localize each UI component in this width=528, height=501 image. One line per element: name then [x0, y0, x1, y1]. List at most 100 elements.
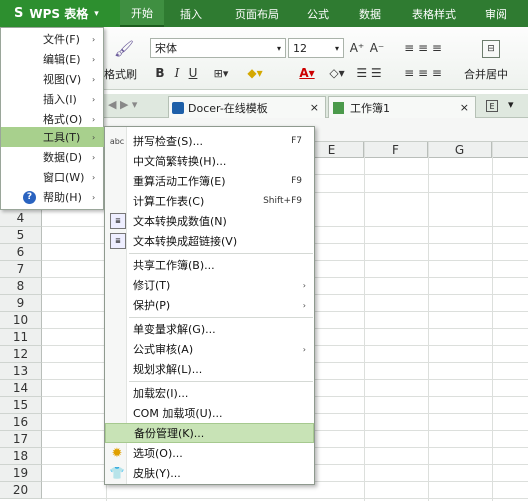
- new-tab-icon[interactable]: E: [486, 100, 498, 112]
- menu-item-recalc-book[interactable]: 重算活动工作簿(E) F9: [105, 171, 314, 191]
- chevron-down-icon: ▾: [334, 43, 339, 53]
- row-header[interactable]: 13: [0, 363, 42, 380]
- clear-format-icon[interactable]: ◇▾: [325, 64, 349, 82]
- align-horizontal-icons[interactable]: ≡ ≡ ≡: [398, 64, 448, 82]
- format-painter-button[interactable]: 格式刷: [104, 66, 137, 82]
- font-name-select[interactable]: 宋体 ▾: [150, 38, 286, 58]
- close-icon[interactable]: ×: [310, 101, 319, 114]
- row-header[interactable]: 7: [0, 261, 42, 278]
- merge-center-icon[interactable]: ⊟: [482, 40, 500, 58]
- font-size-select[interactable]: 12 ▾: [288, 38, 344, 58]
- chevron-down-icon: ▾: [94, 8, 99, 19]
- merge-center-button[interactable]: 合并居中: [464, 66, 508, 82]
- docer-icon: [172, 101, 184, 114]
- row-header[interactable]: 12: [0, 346, 42, 363]
- row-header[interactable]: 11: [0, 329, 42, 346]
- app-menu: 文件(F) › 编辑(E) › 视图(V) › 插入(I) › 格式(O) › …: [0, 27, 105, 210]
- doc-tab-docer[interactable]: Docer-在线模板 ×: [168, 96, 326, 118]
- menu-item-goal-seek[interactable]: 单变量求解(G)...: [105, 319, 314, 339]
- help-icon: ?: [23, 190, 36, 204]
- chevron-right-icon: ›: [92, 152, 96, 162]
- row-header[interactable]: 8: [0, 278, 42, 295]
- underline-button[interactable]: U: [186, 64, 200, 82]
- row-header[interactable]: 6: [0, 244, 42, 261]
- font-color-icon[interactable]: A▾: [294, 64, 320, 82]
- grow-font-button[interactable]: A⁺: [348, 38, 366, 58]
- tab-insert[interactable]: 插入: [168, 0, 214, 27]
- convert-link-icon: ≣: [110, 233, 126, 249]
- column-header-h[interactable]: [492, 142, 528, 158]
- menu-help[interactable]: ? 帮助(H) ›: [1, 187, 105, 207]
- row-header[interactable]: 20: [0, 482, 42, 499]
- menu-item-formula-audit[interactable]: 公式审核(A) ›: [105, 339, 314, 359]
- menu-item-share-book[interactable]: 共享工作簿(B)...: [105, 255, 314, 275]
- doc-tab-label: Docer-在线模板: [188, 101, 268, 115]
- tab-scroll-icon[interactable]: ▾: [508, 98, 514, 111]
- menu-item-simp-trad[interactable]: 中文简繁转换(H)...: [105, 151, 314, 171]
- tab-data[interactable]: 数据: [350, 0, 390, 27]
- menu-view[interactable]: 视图(V) ›: [1, 69, 105, 89]
- menu-separator: [129, 253, 313, 254]
- column-header-f[interactable]: F: [364, 142, 428, 158]
- menu-item-com-addin[interactable]: COM 加载项(U)...: [105, 403, 314, 423]
- chevron-right-icon: ›: [92, 172, 96, 182]
- menu-item-text-to-number[interactable]: ≣ 文本转换成数值(N): [105, 211, 314, 231]
- row-header[interactable]: 16: [0, 414, 42, 431]
- bold-button[interactable]: B: [152, 64, 168, 82]
- menu-item-skin[interactable]: 👕 皮肤(Y)...: [105, 463, 314, 483]
- shirt-icon: 👕: [109, 466, 125, 480]
- menu-separator: [129, 381, 313, 382]
- fill-color-icon[interactable]: ◆▾: [240, 64, 270, 82]
- nav-arrows-icon[interactable]: ◀ ▶ ▾: [108, 98, 137, 111]
- menu-item-text-to-link[interactable]: ≣ 文本转换成超链接(V): [105, 231, 314, 251]
- row-header[interactable]: 4: [0, 210, 42, 227]
- column-header-g[interactable]: G: [428, 142, 492, 158]
- brush-icon[interactable]: 🖌: [112, 36, 136, 60]
- row-header[interactable]: 18: [0, 448, 42, 465]
- align-top-icons[interactable]: ≡ ≡ ≡: [398, 40, 448, 56]
- row-header[interactable]: 19: [0, 465, 42, 482]
- row-header[interactable]: 17: [0, 431, 42, 448]
- menu-item-options[interactable]: ✹ 选项(O)...: [105, 443, 314, 463]
- doc-tab-label: 工作簿1: [350, 101, 390, 115]
- border-icon[interactable]: ⊞▾: [206, 64, 236, 82]
- tab-home[interactable]: 开始: [120, 0, 164, 27]
- row-header[interactable]: 5: [0, 227, 42, 244]
- menu-item-spell-check[interactable]: abc 拼写检查(S)... F7: [105, 131, 314, 151]
- close-icon[interactable]: ×: [460, 101, 469, 114]
- tab-formulas[interactable]: 公式: [298, 0, 338, 27]
- row-header[interactable]: 10: [0, 312, 42, 329]
- menu-item-solver[interactable]: 规划求解(L)...: [105, 359, 314, 379]
- menu-tools[interactable]: 工具(T) ›: [1, 127, 105, 147]
- doc-tab-workbook[interactable]: 工作簿1 ×: [328, 96, 476, 118]
- row-header[interactable]: 15: [0, 397, 42, 414]
- menu-item-backup[interactable]: 备份管理(K)...: [105, 423, 314, 443]
- tab-page-layout[interactable]: 页面布局: [226, 0, 288, 27]
- menu-data[interactable]: 数据(D) ›: [1, 147, 105, 167]
- chevron-right-icon: ›: [92, 114, 96, 124]
- menu-format[interactable]: 格式(O) ›: [1, 109, 105, 129]
- chevron-right-icon: ›: [302, 344, 306, 354]
- row-header[interactable]: 9: [0, 295, 42, 312]
- menu-insert[interactable]: 插入(I) ›: [1, 89, 105, 109]
- menu-item-protect[interactable]: 保护(P) ›: [105, 295, 314, 315]
- indent-icons[interactable]: ☰ ☰: [352, 64, 386, 82]
- shrink-font-button[interactable]: A⁻: [368, 38, 386, 58]
- tab-table-style[interactable]: 表格样式: [402, 0, 466, 27]
- menu-item-addin-macro[interactable]: 加载宏(I)...: [105, 383, 314, 403]
- italic-button[interactable]: I: [170, 64, 184, 82]
- tab-review[interactable]: 审阅: [476, 0, 516, 27]
- menu-edit[interactable]: 编辑(E) ›: [1, 49, 105, 69]
- menu-file[interactable]: 文件(F) ›: [1, 29, 105, 49]
- menu-item-revisions[interactable]: 修订(T) ›: [105, 275, 314, 295]
- chevron-right-icon: ›: [92, 192, 96, 202]
- row-header[interactable]: 14: [0, 380, 42, 397]
- chevron-right-icon: ›: [92, 132, 96, 142]
- chevron-right-icon: ›: [92, 94, 96, 104]
- chevron-right-icon: ›: [92, 34, 96, 44]
- app-menu-button[interactable]: S WPS 表格 ▾: [0, 0, 120, 27]
- wps-logo-icon: S: [14, 6, 24, 21]
- chevron-right-icon: ›: [302, 300, 306, 310]
- menu-item-calc-sheet[interactable]: 计算工作表(C) Shift+F9: [105, 191, 314, 211]
- menu-window[interactable]: 窗口(W) ›: [1, 167, 105, 187]
